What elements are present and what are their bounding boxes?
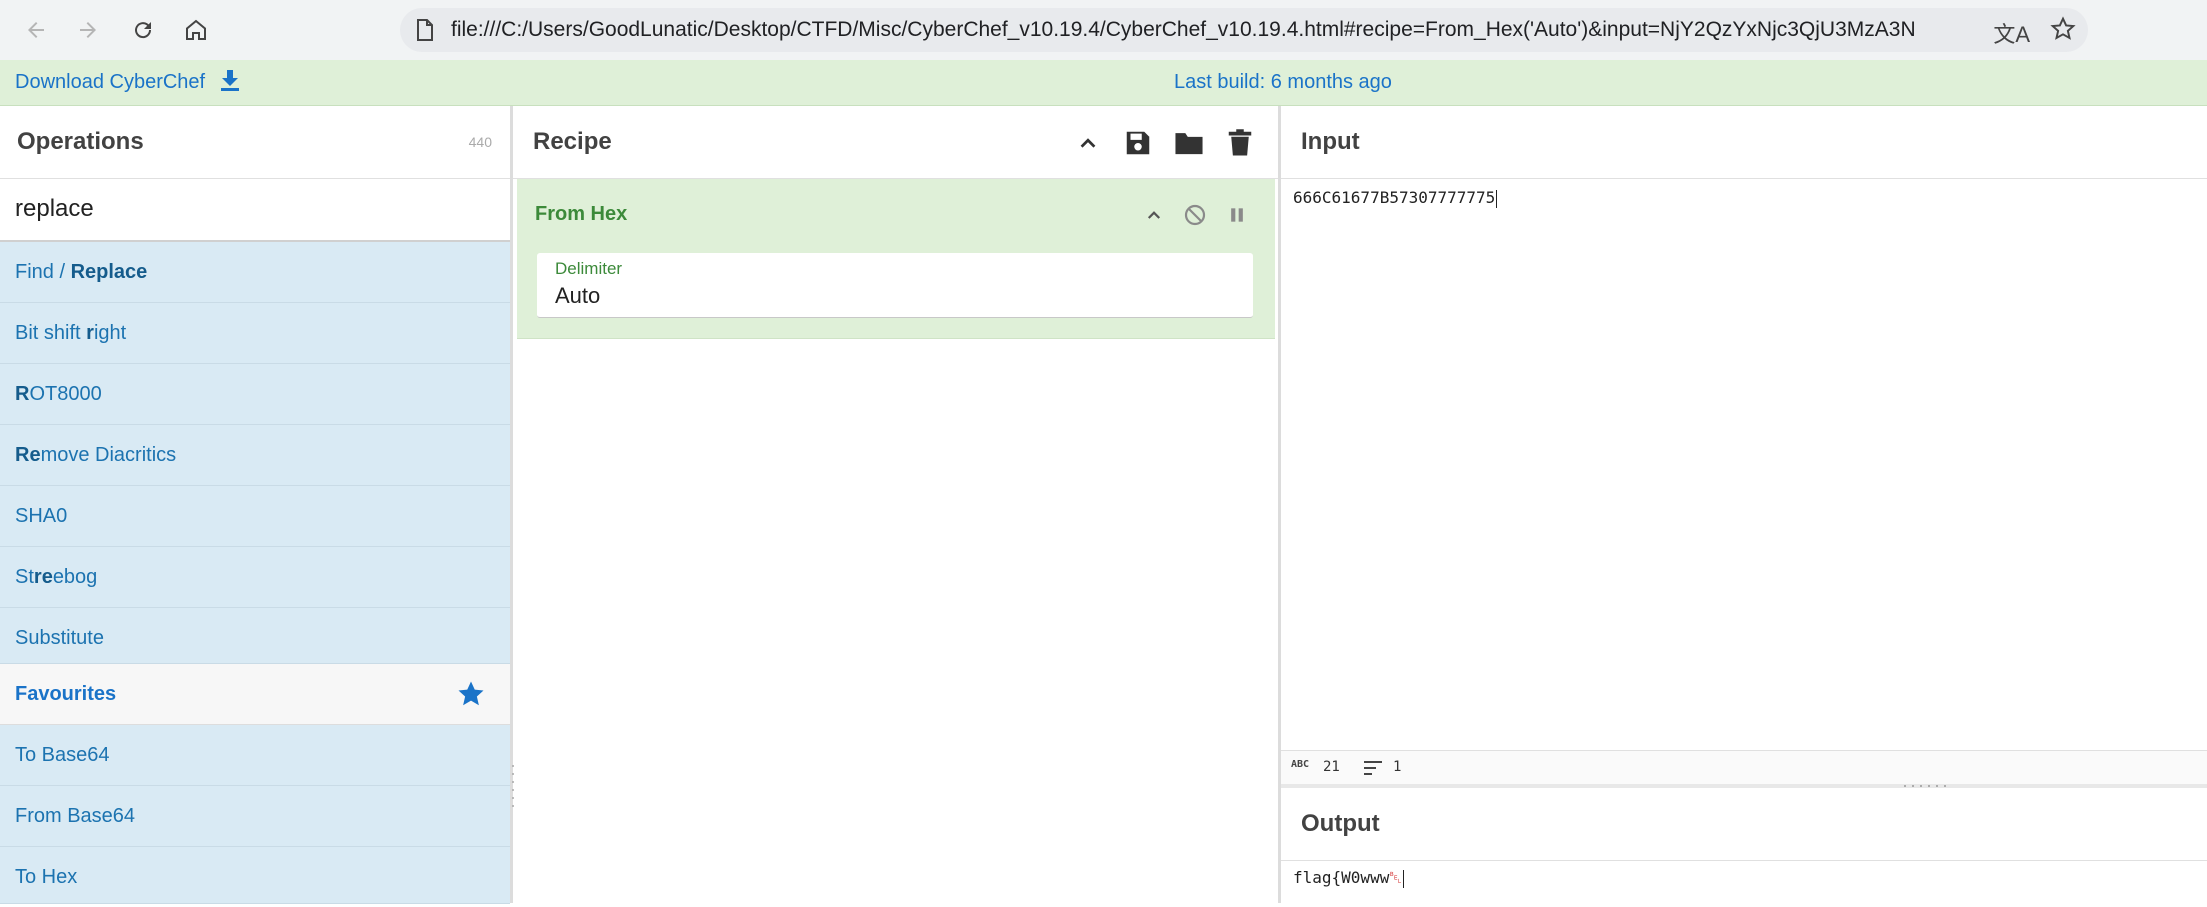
home-icon[interactable]	[178, 12, 214, 48]
bookmark-star-icon[interactable]	[2050, 16, 2076, 47]
op-text: OT8000	[29, 383, 102, 405]
op-text: St	[15, 566, 34, 588]
op-match: Replace	[70, 261, 148, 283]
operation-item[interactable]: SHA0	[0, 486, 510, 547]
output-panel: Output flag{W0www␇	[1281, 788, 2207, 903]
favourite-label: From Base64	[15, 805, 136, 827]
folder-icon[interactable]	[1172, 126, 1206, 160]
op-text: move Diacritics	[40, 444, 177, 466]
op-text: Bit shift	[15, 322, 87, 344]
forward-icon[interactable]	[70, 12, 106, 48]
download-icon[interactable]	[219, 68, 241, 92]
lines-icon	[1364, 761, 1382, 775]
text-caret	[1496, 189, 1498, 208]
delimiter-field[interactable]: Delimiter Auto	[537, 253, 1253, 318]
op-text: ebog	[52, 566, 98, 588]
operations-title: Operations	[17, 128, 144, 155]
op-text: ight	[93, 322, 127, 344]
recipe-title: Recipe	[533, 128, 612, 155]
op-text: Substitute	[15, 627, 104, 649]
back-icon[interactable]	[18, 12, 54, 48]
input-textarea[interactable]: 666C61677B57307777775	[1293, 188, 1498, 208]
operation-item[interactable]: Find / Replace	[0, 242, 510, 303]
favourite-label: To Hex	[15, 866, 78, 888]
op-text: SHA0	[15, 505, 68, 527]
url-text[interactable]: file:///C:/Users/GoodLunatic/Desktop/CTF…	[451, 8, 1991, 52]
operation-item[interactable]: Substitute	[0, 608, 510, 664]
favourites-label: Favourites	[15, 683, 117, 705]
reload-icon[interactable]	[125, 12, 161, 48]
output-textarea[interactable]: flag{W0www␇	[1293, 868, 1405, 888]
star-icon[interactable]	[456, 679, 486, 709]
page-info-icon[interactable]	[414, 18, 436, 47]
input-title: Input	[1301, 128, 1360, 155]
op-match: r	[86, 322, 94, 344]
download-link[interactable]: Download CyberChef	[15, 60, 241, 105]
build-banner: Download CyberChef Last build: 6 months …	[0, 60, 2207, 106]
input-status-bar: ABC 21 1	[1281, 750, 2207, 785]
control-char: ␇	[1389, 868, 1403, 887]
favourite-item[interactable]: To Base64	[0, 725, 510, 786]
op-match: re	[33, 566, 53, 588]
input-length: 21	[1323, 759, 1340, 775]
length-icon: ABC	[1291, 759, 1310, 770]
op-text: Find /	[15, 261, 71, 283]
favourites-header[interactable]: Favourites	[0, 664, 510, 725]
address-bar[interactable]: file:///C:/Users/GoodLunatic/Desktop/CTF…	[400, 8, 2088, 52]
download-label[interactable]: Download CyberChef	[15, 71, 205, 93]
last-build-label: Last build: 6 months ago	[1174, 71, 1392, 93]
panel-resize-handle[interactable]	[511, 762, 515, 810]
disable-icon[interactable]	[1183, 203, 1207, 227]
op-match: Re	[15, 444, 41, 466]
output-value[interactable]: flag{W0www	[1293, 868, 1389, 887]
collapse-all-icon[interactable]	[1071, 126, 1105, 160]
operations-count: 440	[468, 134, 492, 150]
input-panel: Input 666C61677B57307777775	[1281, 106, 2207, 786]
output-header: Output	[1281, 788, 2207, 861]
operation-item[interactable]: Bit shift right	[0, 303, 510, 364]
op-match: R	[15, 383, 30, 405]
output-title: Output	[1301, 810, 1380, 837]
operations-header: Operations 440	[0, 106, 510, 179]
collapse-icon[interactable]	[1142, 203, 1166, 227]
operations-panel: Operations 440 replace Find / Replace Bi…	[0, 106, 513, 904]
favourite-item[interactable]: From Base64	[0, 786, 510, 847]
operations-search-input[interactable]: replace	[0, 178, 510, 242]
trash-icon[interactable]	[1223, 126, 1257, 160]
input-lines: 1	[1393, 759, 1402, 775]
pause-icon[interactable]	[1225, 203, 1249, 227]
browser-toolbar: file:///C:/Users/GoodLunatic/Desktop/CTF…	[0, 0, 2207, 60]
favourite-label: To Base64	[15, 744, 110, 766]
save-icon[interactable]	[1121, 126, 1155, 160]
operation-item[interactable]: Streebog	[0, 547, 510, 608]
text-caret	[1403, 869, 1405, 888]
operation-title: From Hex	[535, 203, 628, 225]
operation-item[interactable]: Remove Diacritics	[0, 425, 510, 486]
recipe-operation-from-hex[interactable]: From Hex Delimiter Auto	[517, 179, 1275, 339]
delimiter-value[interactable]: Auto	[555, 283, 600, 309]
recipe-header: Recipe	[513, 106, 1278, 179]
operation-item[interactable]: ROT8000	[0, 364, 510, 425]
delimiter-label: Delimiter	[555, 259, 623, 278]
favourite-item[interactable]: To Hex	[0, 847, 510, 904]
input-value[interactable]: 666C61677B57307777775	[1293, 188, 1495, 207]
translate-icon[interactable]: 文A	[1993, 17, 2030, 49]
recipe-panel: Recipe From Hex Delimiter Auto	[513, 106, 1281, 903]
input-header: Input	[1281, 106, 2207, 179]
search-value[interactable]: replace	[15, 178, 94, 240]
